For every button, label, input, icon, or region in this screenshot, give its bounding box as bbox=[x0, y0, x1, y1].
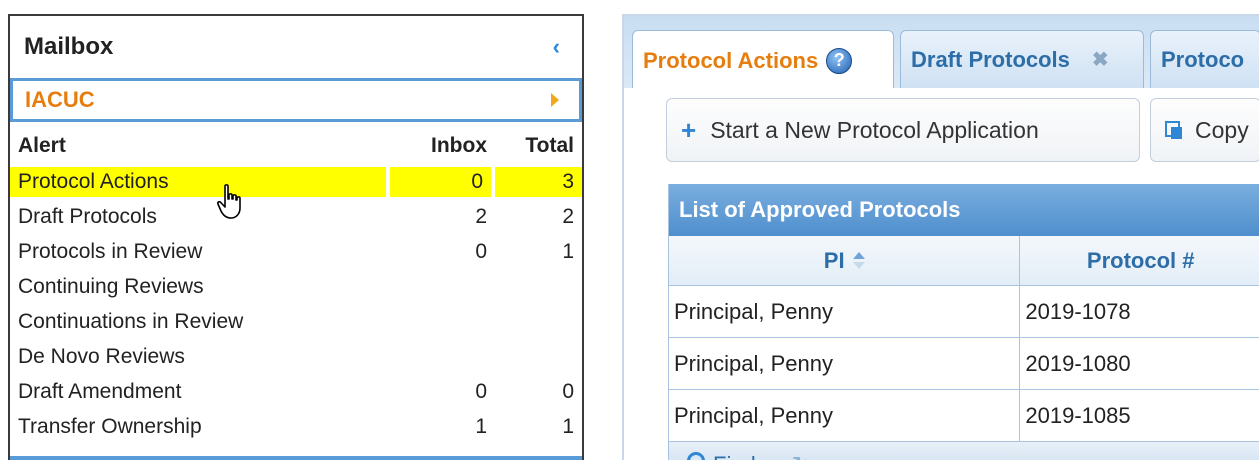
alert-label[interactable]: Continuations in Review bbox=[10, 310, 390, 334]
cell-protocol: 2019-1080 bbox=[1025, 350, 1131, 376]
table-row[interactable]: Principal, Penny 2019-1085 bbox=[669, 390, 1259, 442]
alert-row-draft-protocols[interactable]: Draft Protocols 2 2 bbox=[10, 199, 582, 234]
cell-pi: Principal, Penny bbox=[669, 286, 1021, 337]
button-label: Copy bbox=[1195, 116, 1249, 143]
alert-row-protocols-in-review[interactable]: Protocols in Review 0 1 bbox=[10, 234, 582, 269]
tab-label: Protoco bbox=[1161, 46, 1245, 72]
column-header-total: Total bbox=[525, 134, 574, 157]
alert-inbox-count: 0 bbox=[475, 239, 487, 263]
copy-button[interactable]: Copy bbox=[1150, 98, 1259, 162]
column-header-inbox: Inbox bbox=[431, 134, 487, 157]
alert-inbox-count: 0 bbox=[390, 166, 491, 197]
grid-header-row: PI Protocol # bbox=[669, 236, 1259, 286]
alert-label[interactable]: Protocols in Review bbox=[10, 240, 390, 264]
module-label: IACUC bbox=[25, 87, 95, 112]
tab-protocol-actions[interactable]: Protocol Actions ? bbox=[632, 30, 894, 90]
tab-draft-protocols[interactable]: Draft Protocols ✖ bbox=[900, 30, 1144, 88]
alert-total-count: 1 bbox=[562, 414, 574, 438]
alert-inbox-count: 1 bbox=[475, 414, 487, 438]
alert-row-draft-amendment[interactable]: Draft Amendment 0 0 bbox=[10, 374, 582, 409]
find-button[interactable]: Find bbox=[713, 452, 756, 460]
alert-row-protocol-actions[interactable]: Protocol Actions 0 3 bbox=[10, 164, 582, 199]
tab-protocols-more[interactable]: Protoco bbox=[1150, 30, 1259, 88]
alert-label[interactable]: De Novo Reviews bbox=[10, 345, 390, 369]
tab-content: + Start a New Protocol Application Copy … bbox=[624, 88, 1259, 460]
table-row[interactable]: Principal, Penny 2019-1080 bbox=[669, 338, 1259, 390]
cell-protocol: 2019-1085 bbox=[1025, 402, 1131, 428]
mailbox-header: Mailbox ‹ bbox=[10, 16, 582, 78]
column-header-alert: Alert bbox=[18, 134, 66, 157]
close-icon[interactable]: ✖ bbox=[1092, 47, 1109, 72]
mailbox-title: Mailbox bbox=[24, 33, 114, 60]
grid-caption: List of Approved Protocols bbox=[669, 184, 1259, 236]
cell-protocol: 2019-1078 bbox=[1025, 298, 1131, 324]
alert-label[interactable]: Draft Amendment bbox=[10, 380, 390, 404]
alert-row-transfer-ownership[interactable]: Transfer Ownership 1 1 bbox=[10, 409, 582, 444]
table-row[interactable]: Principal, Penny 2019-1078 bbox=[669, 286, 1259, 338]
cell-pi: Principal, Penny bbox=[669, 338, 1021, 389]
alert-inbox-count: 0 bbox=[475, 379, 487, 403]
alerts-table: Alert Inbox Total Protocol Actions 0 3 D… bbox=[10, 128, 582, 444]
refresh-icon[interactable]: ↻ bbox=[792, 452, 810, 460]
approved-protocols-grid: List of Approved Protocols PI Protocol #… bbox=[668, 184, 1259, 460]
mailbox-footer-bar bbox=[10, 456, 582, 460]
chevron-right-icon[interactable] bbox=[551, 93, 559, 107]
search-icon[interactable] bbox=[687, 452, 705, 460]
alert-total-count: 2 bbox=[562, 204, 574, 228]
chevron-left-icon[interactable]: ‹ bbox=[553, 34, 560, 60]
alert-total-count: 1 bbox=[562, 239, 574, 263]
alert-row-continuing-reviews[interactable]: Continuing Reviews bbox=[10, 269, 582, 304]
alert-inbox-count: 2 bbox=[475, 204, 487, 228]
column-header-label: PI bbox=[823, 247, 845, 273]
column-header-label: Protocol # bbox=[1086, 247, 1195, 273]
grid-footer: Find ↻ bbox=[669, 442, 1259, 460]
alert-label[interactable]: Continuing Reviews bbox=[10, 275, 390, 299]
column-header-pi[interactable]: PI bbox=[669, 236, 1021, 285]
alert-label[interactable]: Transfer Ownership bbox=[10, 415, 390, 439]
plus-icon: + bbox=[681, 114, 697, 145]
alert-label[interactable]: Draft Protocols bbox=[10, 205, 390, 229]
hand-cursor-icon bbox=[217, 184, 241, 219]
workspace-panel: Protocol Actions ? Draft Protocols ✖ Pro… bbox=[622, 14, 1259, 460]
copy-icon bbox=[1165, 121, 1183, 139]
button-label: Start a New Protocol Application bbox=[710, 116, 1039, 143]
alert-total-count: 0 bbox=[562, 379, 574, 403]
tab-label: Draft Protocols bbox=[911, 46, 1070, 72]
cell-pi: Principal, Penny bbox=[669, 390, 1021, 441]
alert-label[interactable]: Protocol Actions bbox=[10, 166, 386, 197]
alerts-header-row: Alert Inbox Total bbox=[10, 128, 582, 164]
alert-total-count: 3 bbox=[495, 166, 582, 197]
alert-row-de-novo-reviews[interactable]: De Novo Reviews bbox=[10, 339, 582, 374]
module-selector[interactable]: IACUC bbox=[10, 78, 582, 122]
help-icon[interactable]: ? bbox=[826, 47, 853, 74]
start-new-protocol-button[interactable]: + Start a New Protocol Application bbox=[666, 98, 1140, 162]
alert-row-continuations-in-review[interactable]: Continuations in Review bbox=[10, 304, 582, 339]
column-header-protocol[interactable]: Protocol # bbox=[1020, 236, 1259, 285]
tab-bar: Protocol Actions ? Draft Protocols ✖ Pro… bbox=[624, 14, 1259, 90]
sort-icon[interactable] bbox=[852, 251, 865, 270]
tab-label: Protocol Actions bbox=[643, 47, 819, 73]
mailbox-panel: Mailbox ‹ IACUC Alert Inbox Total Protoc… bbox=[8, 14, 584, 460]
